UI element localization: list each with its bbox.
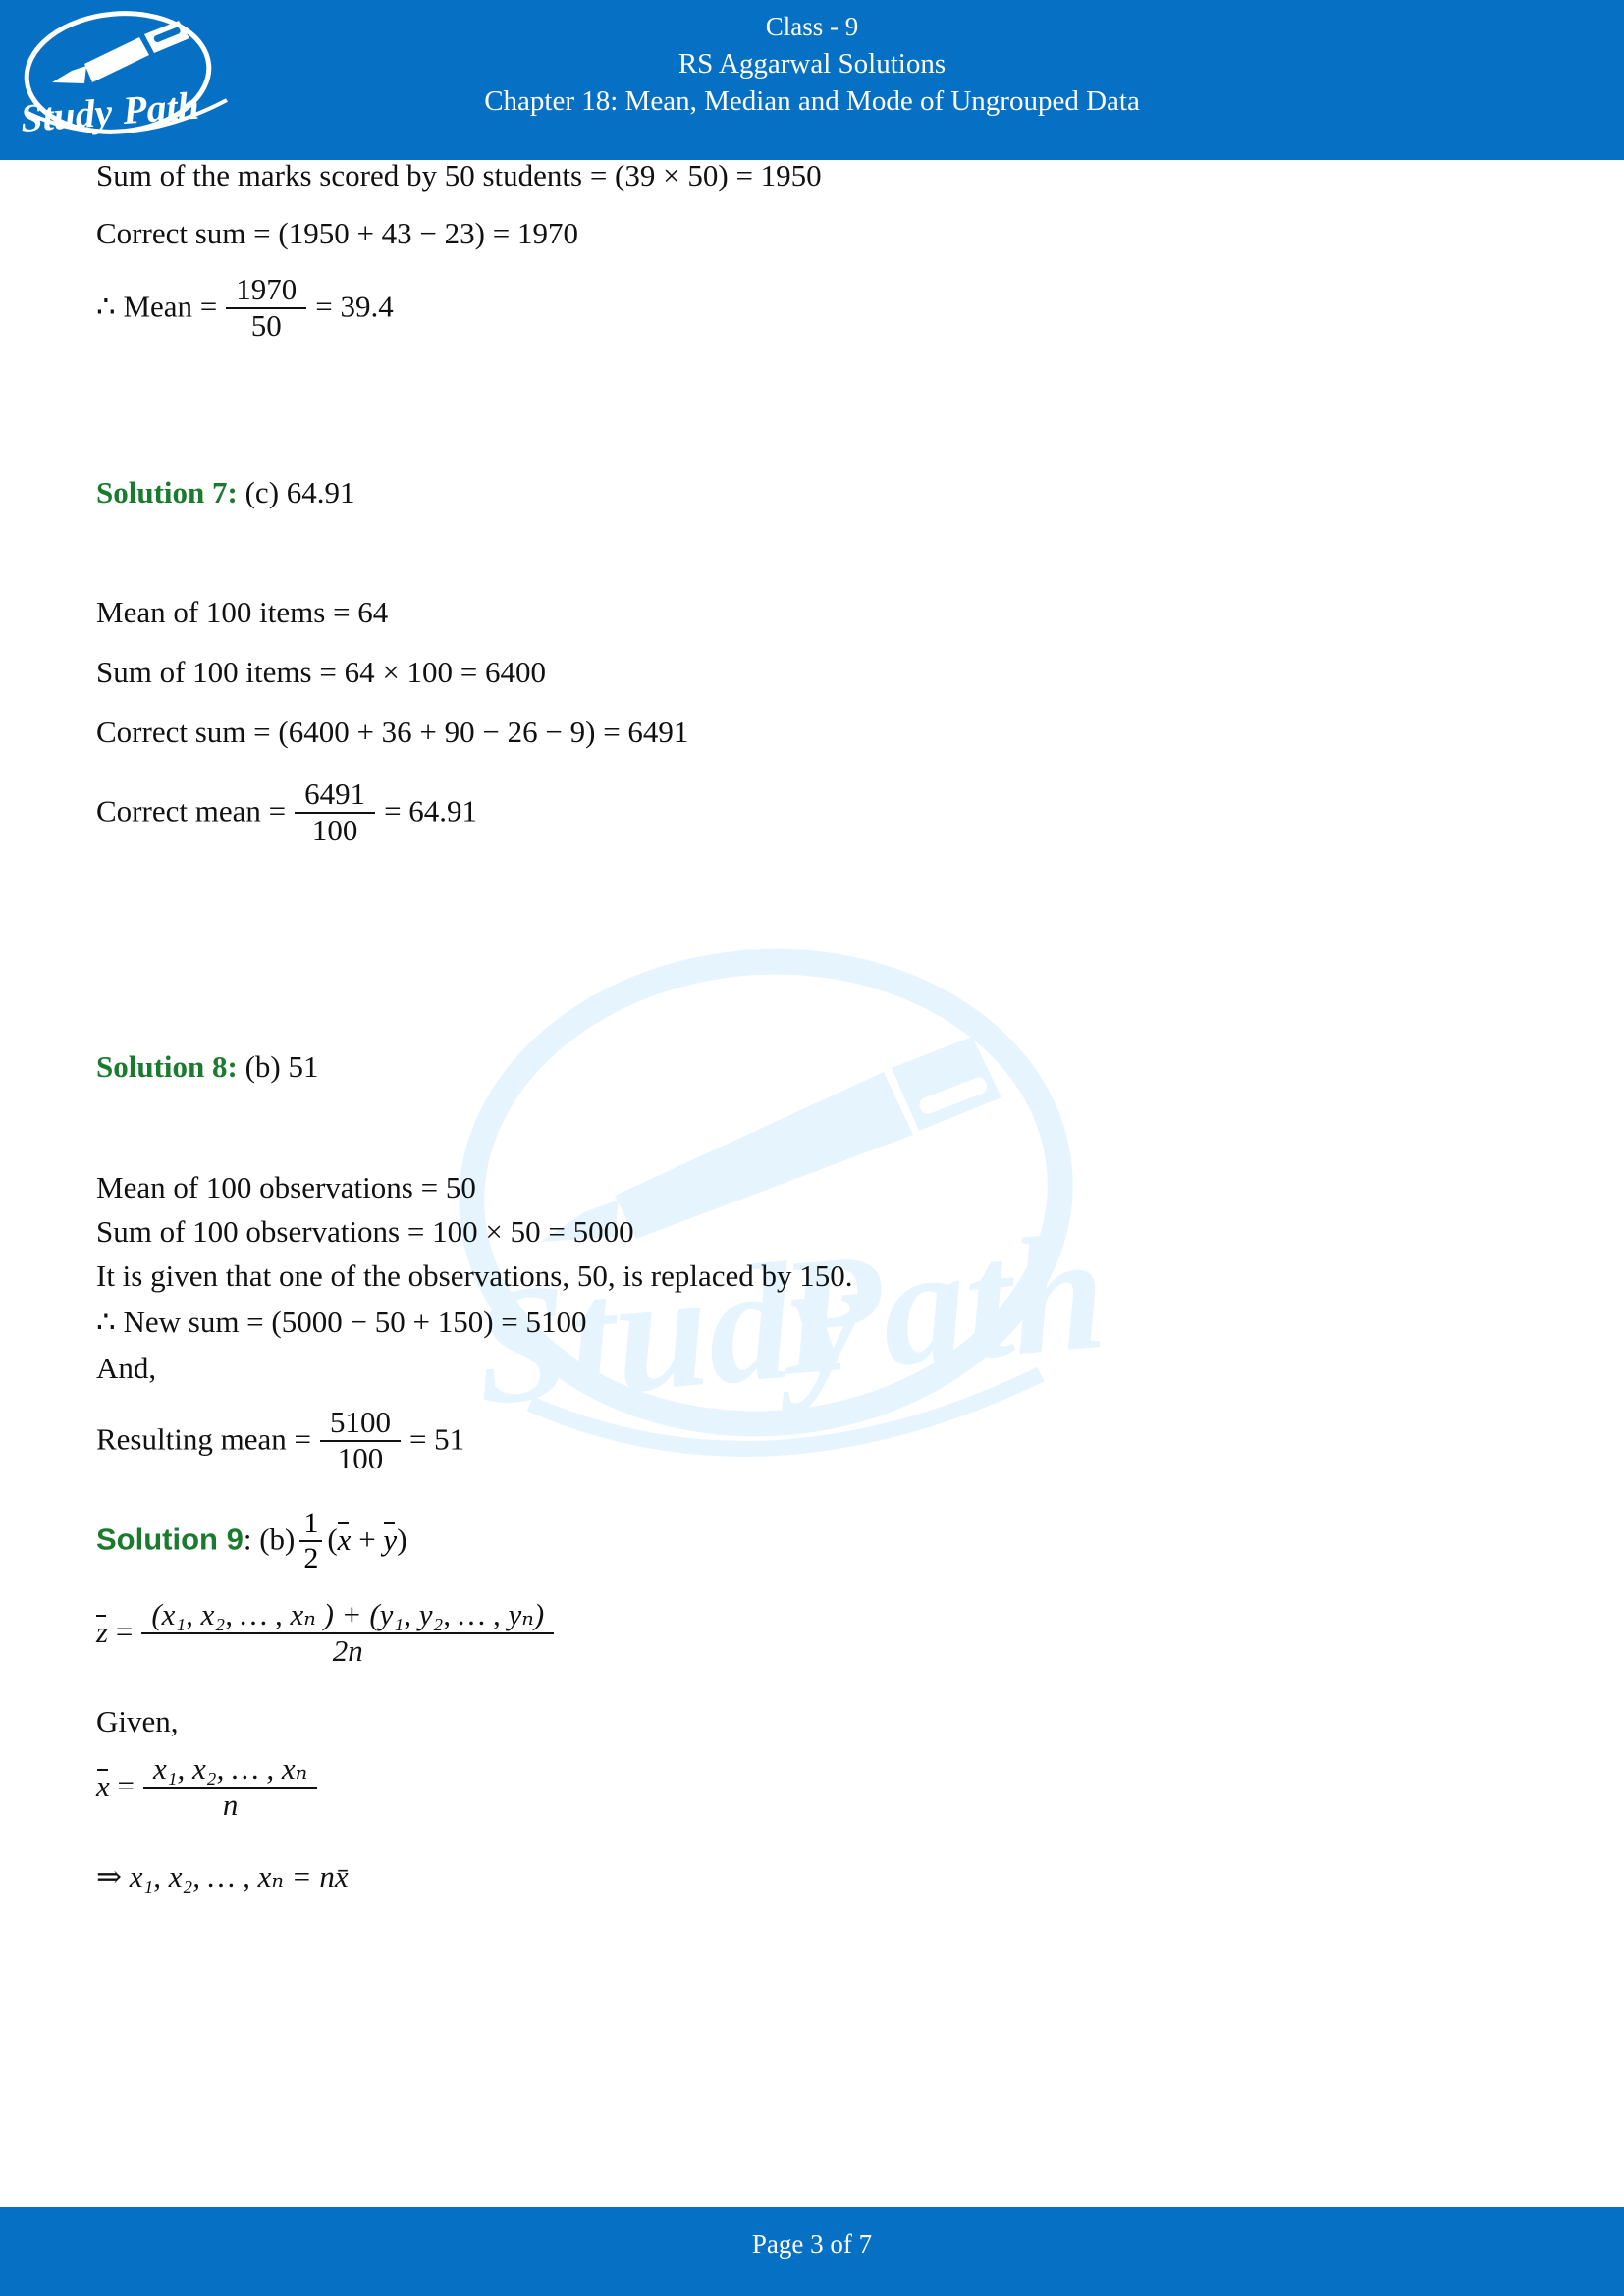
sum-of-marks-line: Sum of the marks scored by 50 students =…	[96, 158, 822, 192]
implies-equation-line: ⇒ x₁, x₂, … , xₙ = nx̄	[96, 1859, 349, 1894]
sol8-and-line: And,	[96, 1351, 157, 1385]
zbar-symbol: z	[96, 1614, 109, 1649]
sol7-correct-mean-result: = 64.91	[384, 793, 478, 828]
solution-8-answer: (b) 51	[244, 1049, 319, 1084]
solution-9-ybar: y	[383, 1522, 398, 1557]
sol8-resulting-mean-line: Resulting mean = 5100 100 = 51	[96, 1405, 465, 1476]
document-page: Study Path Study Path Class - 9 RS Aggar…	[0, 0, 1624, 2296]
mean-equation-line: ∴ Mean = 1970 50 = 39.4	[96, 272, 394, 344]
sol8-mean-obs-line: Mean of 100 observations = 50	[96, 1170, 476, 1204]
solution-9-xbar: x	[337, 1522, 352, 1557]
sol7-correct-mean-fraction: 6491 100	[295, 776, 376, 847]
xbar-numerator: x₁, x₂, … , xₙ	[153, 1751, 308, 1786]
solution-8-label: Solution 8:	[96, 1049, 238, 1084]
sol8-new-sum-line: ∴ New sum = (5000 − 50 + 150) = 5100	[96, 1305, 587, 1339]
page-number-current: 3	[810, 2229, 824, 2259]
header-title-group: Class - 9 RS Aggarwal Solutions Chapter …	[0, 10, 1624, 120]
zbar-numerator: (x₁, x₂, … , xₙ ) + (y₁, y₂, … , yₙ)	[151, 1597, 545, 1631]
solution-7-heading: Solution 7: (c) 64.91	[96, 477, 355, 507]
sol7-sum-items-line: Sum of 100 items = 64 × 100 = 6400	[96, 655, 547, 689]
page-header: Study Path Class - 9 RS Aggarwal Solutio…	[0, 0, 1624, 160]
zbar-equals: =	[115, 1614, 134, 1649]
mean-denominator: 50	[226, 306, 307, 343]
solution-8-heading: Solution 8: (b) 51	[96, 1051, 319, 1082]
sol8-resulting-mean-fraction: 5100 100	[319, 1405, 401, 1475]
sol8-resulting-mean-prefix: Resulting mean =	[96, 1421, 311, 1457]
xbar-fraction: x₁, x₂, … , xₙ n	[143, 1751, 318, 1822]
sol7-correct-sum-line: Correct sum = (6400 + 36 + 90 − 26 − 9) …	[96, 715, 689, 749]
zbar-fraction: (x₁, x₂, … , xₙ ) + (y₁, y₂, … , yₙ) 2n	[141, 1597, 555, 1668]
sol8-resulting-mean-result: = 51	[408, 1421, 465, 1457]
solution-9-label: Solution 9	[96, 1522, 244, 1557]
header-chapter-line: Chapter 18: Mean, Median and Mode of Ung…	[484, 84, 1140, 117]
solution-9-plus: +	[358, 1522, 376, 1557]
zbar-equation-line: z = (x₁, x₂, … , xₙ ) + (y₁, y₂, … , yₙ) 2…	[96, 1597, 563, 1669]
sol7-mean-denominator: 100	[295, 811, 376, 847]
solution-9-choice: : (b)	[243, 1522, 296, 1557]
solution-9-open-paren: (	[327, 1522, 338, 1557]
xbar-symbol: x	[96, 1768, 110, 1803]
given-label: Given,	[96, 1704, 179, 1738]
sol7-mean-numerator: 6491	[304, 776, 366, 811]
sol8-replacement-line: It is given that one of the observations…	[96, 1258, 853, 1293]
solution-9-close-paren: )	[397, 1522, 407, 1557]
xbar-equals: =	[117, 1768, 135, 1803]
sol7-correct-mean-prefix: Correct mean =	[96, 793, 287, 828]
page-footer: Page 3 of 7	[0, 2207, 1624, 2296]
solution-9-half-denominator: 2	[299, 1539, 323, 1575]
mean-fraction: 1970 50	[226, 272, 307, 343]
solution-9-heading: Solution 9: (b) 1 2 (x + y)	[96, 1507, 407, 1575]
xbar-denominator: n	[143, 1786, 318, 1822]
solution-9-half-fraction: 12	[299, 1507, 323, 1575]
xbar-equation-line: x = x₁, x₂, … , xₙ n	[96, 1751, 326, 1823]
correct-sum-line: Correct sum = (1950 + 43 − 23) = 1970	[96, 216, 578, 250]
page-number-total: 7	[858, 2229, 873, 2259]
sol8-mean-denominator: 100	[319, 1439, 401, 1475]
header-class-line: Class - 9	[765, 12, 859, 41]
mean-equation-prefix: ∴ Mean =	[96, 289, 218, 324]
page-number-text: Page 3 of 7	[0, 2229, 1624, 2260]
solution-9-half-numerator: 1	[303, 1507, 319, 1539]
solution-7-label: Solution 7:	[96, 475, 238, 509]
sol8-sum-obs-line: Sum of 100 observations = 100 × 50 = 500…	[96, 1214, 634, 1249]
sol8-mean-numerator: 5100	[329, 1405, 391, 1439]
study-path-watermark: Study Path	[422, 942, 1110, 1571]
zbar-denominator: 2n	[141, 1631, 555, 1668]
solution-7-answer: (c) 64.91	[244, 475, 355, 509]
mean-equation-result: = 39.4	[315, 289, 394, 324]
mean-numerator: 1970	[236, 272, 298, 306]
page-number-prefix: Page	[751, 2229, 804, 2259]
header-book-line: RS Aggarwal Solutions	[677, 47, 947, 80]
sol7-mean-items-line: Mean of 100 items = 64	[96, 595, 389, 629]
sol7-correct-mean-line: Correct mean = 6491 100 = 64.91	[96, 776, 478, 848]
svg-text:Path: Path	[772, 1199, 1110, 1411]
page-number-of: of	[830, 2229, 852, 2259]
